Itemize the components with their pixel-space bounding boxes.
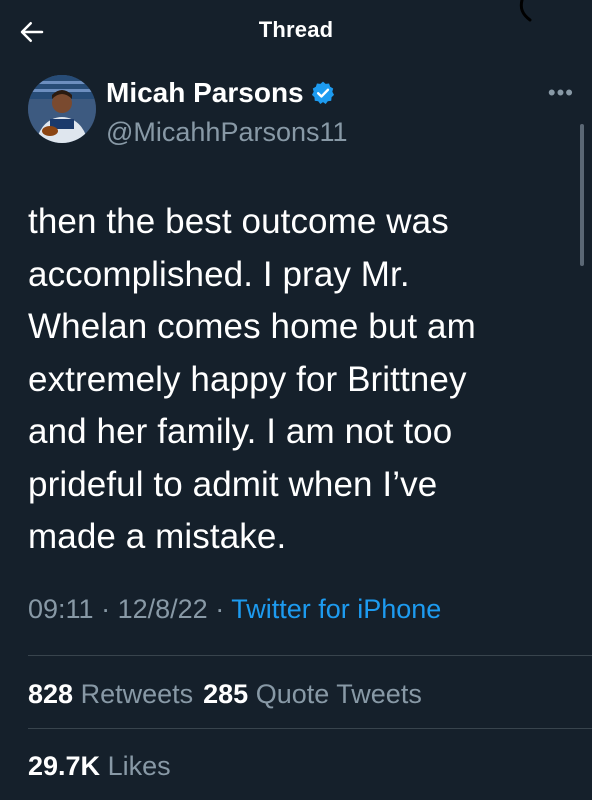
tweet-text: then the best outcome was accomplished. … xyxy=(28,202,476,556)
tweet-meta: 09:11 · 12/8/22 · Twitter for iPhone xyxy=(28,594,441,625)
author-name[interactable]: Micah Parsons xyxy=(106,77,304,109)
quote-tweets-count: 285 xyxy=(203,679,249,709)
pen-mark-decoration xyxy=(519,0,532,22)
tweet-time: 09:11 xyxy=(28,594,94,624)
meta-separator: · xyxy=(215,594,225,624)
likes-label: Likes xyxy=(107,751,171,781)
top-bar: Thread xyxy=(0,0,592,62)
more-options-button[interactable]: ••• xyxy=(548,80,574,106)
scrollbar[interactable] xyxy=(580,124,584,266)
retweets-count: 828 xyxy=(28,679,74,709)
verified-badge-icon xyxy=(311,81,334,105)
likes-count: 29.7K xyxy=(28,751,101,781)
likes-stat[interactable]: 29.7K Likes xyxy=(28,751,171,782)
author-handle[interactable]: @MicahhParsons11 xyxy=(106,117,348,148)
tweet-source-link[interactable]: Twitter for iPhone xyxy=(231,594,441,624)
meta-separator: · xyxy=(101,594,111,624)
retweets-label: Retweets xyxy=(80,679,194,709)
retweets-stat[interactable]: 828 Retweets xyxy=(28,679,193,709)
divider xyxy=(28,655,592,656)
engagement-stats: 828 Retweets 285 Quote Tweets xyxy=(28,679,422,710)
author-name-row[interactable]: Micah Parsons xyxy=(106,77,336,109)
quote-tweets-label: Quote Tweets xyxy=(255,679,422,709)
avatar[interactable] xyxy=(28,75,96,143)
profile-photo xyxy=(28,75,96,143)
quote-tweets-stat[interactable]: 285 Quote Tweets xyxy=(203,679,422,709)
divider xyxy=(28,728,592,729)
tweet-date: 12/8/22 xyxy=(117,594,208,624)
